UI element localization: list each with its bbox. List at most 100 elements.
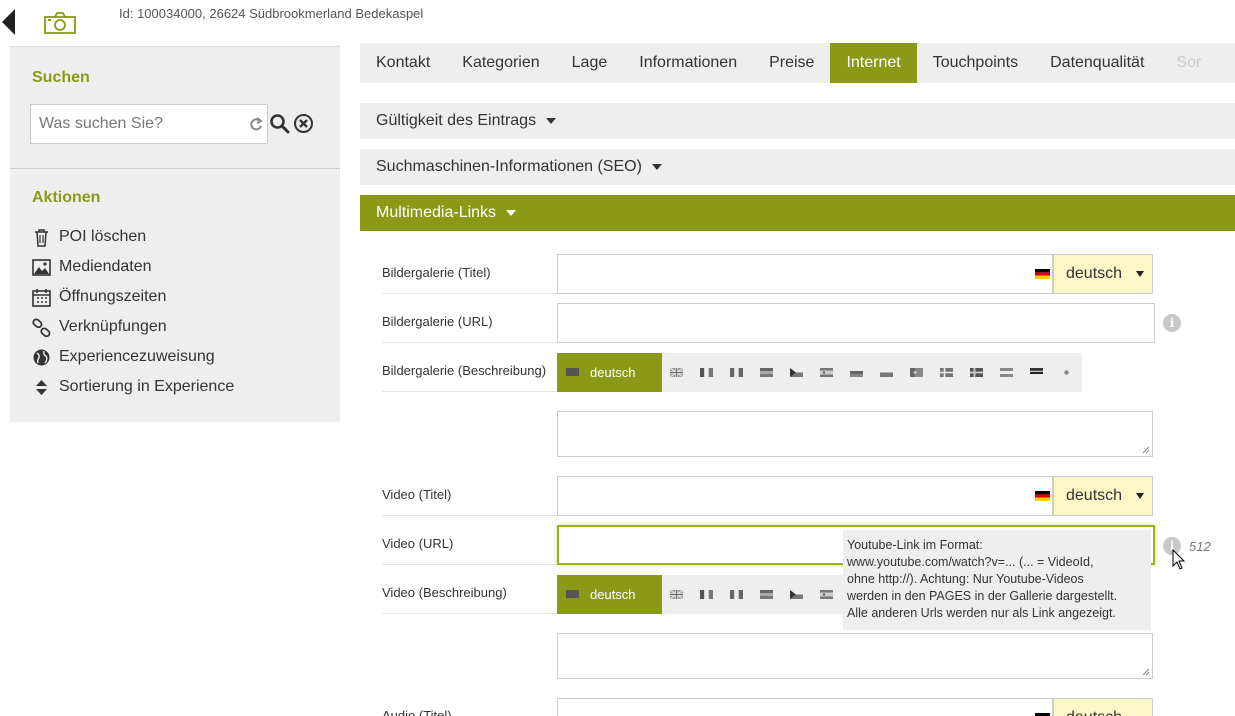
polish-flag-icon[interactable] xyxy=(880,368,893,377)
audio-title-language-select[interactable]: deutsch xyxy=(1053,698,1153,716)
refresh-icon[interactable] xyxy=(249,116,263,132)
char-count: 512 xyxy=(1189,539,1211,554)
tab-internet[interactable]: Internet xyxy=(830,43,917,83)
french-flag-icon[interactable] xyxy=(700,368,713,377)
tab-sortierung[interactable]: Sor xyxy=(1160,43,1217,83)
norwegian-flag-icon[interactable] xyxy=(1000,368,1013,377)
row-divider xyxy=(382,342,557,343)
dutch-flag-icon[interactable] xyxy=(760,368,773,377)
globe-icon xyxy=(33,349,50,365)
back-arrow-icon[interactable] xyxy=(2,9,15,35)
gallery-desc-textarea[interactable] xyxy=(557,411,1153,457)
language-tab-label: deutsch xyxy=(590,365,636,380)
gallery-desc-label: Bildergalerie (Beschreibung) xyxy=(382,363,547,378)
video-desc-language-bar: deutsch xyxy=(557,575,843,614)
mouse-cursor-icon xyxy=(1172,549,1186,570)
dutch-flag-icon[interactable] xyxy=(760,590,773,599)
tab-preise[interactable]: Preise xyxy=(753,43,830,83)
japanese-flag-icon[interactable] xyxy=(1060,368,1073,377)
tab-bar: Kontakt Kategorien Lage Informationen Pr… xyxy=(360,43,1235,83)
action-experience-assignment[interactable]: Experiencezuweisung xyxy=(32,346,215,368)
sort-icon xyxy=(36,379,47,395)
calendar-icon xyxy=(32,288,51,307)
poi-id: Id: 100034000, 26624 Südbrookmerland Bed… xyxy=(119,6,424,21)
gallery-title-language-select[interactable]: deutsch xyxy=(1053,254,1153,294)
row-divider xyxy=(382,391,557,392)
trash-icon xyxy=(35,228,48,247)
tab-datenqualitaet[interactable]: Datenqualität xyxy=(1034,43,1160,83)
action-label: Sortierung in Experience xyxy=(59,378,235,395)
search-input[interactable] xyxy=(31,105,236,143)
german-flag-icon xyxy=(566,590,579,598)
action-delete-poi[interactable]: POI löschen xyxy=(32,226,146,248)
estonian-flag-icon[interactable] xyxy=(1030,368,1043,377)
caret-down-icon xyxy=(651,163,662,170)
search-heading: Suchen xyxy=(32,69,90,86)
action-media[interactable]: Mediendaten xyxy=(32,256,152,278)
video-title-input[interactable] xyxy=(557,476,1053,516)
dropdown-arrow-icon xyxy=(1136,493,1144,499)
german-flag-icon xyxy=(566,368,579,376)
tab-lage[interactable]: Lage xyxy=(556,43,624,83)
row-divider xyxy=(382,613,557,614)
search-icon[interactable] xyxy=(269,113,290,134)
gallery-url-input[interactable] xyxy=(557,303,1155,343)
portuguese-flag-icon[interactable] xyxy=(910,368,923,377)
french-flag-icon[interactable] xyxy=(700,590,713,599)
tooltip-line: Alle anderen Urls werden nur als Link an… xyxy=(847,606,1116,620)
dropdown-arrow-icon xyxy=(1136,271,1144,277)
czech-flag-icon[interactable] xyxy=(790,368,803,377)
danish-flag-icon[interactable] xyxy=(940,368,953,377)
resize-grip-icon[interactable] xyxy=(1141,445,1150,454)
info-icon[interactable]: i xyxy=(1163,314,1181,332)
swedish-flag-icon[interactable] xyxy=(970,368,983,377)
german-flag-icon xyxy=(1035,269,1050,279)
german-flag-icon xyxy=(1035,491,1050,501)
accordion-label: Multimedia-Links xyxy=(376,204,497,221)
uk-flag-icon[interactable] xyxy=(670,590,683,599)
language-tab-deutsch[interactable]: deutsch xyxy=(557,353,662,392)
tooltip-line: werden in den PAGES in der Gallerie darg… xyxy=(847,589,1118,603)
link-icon xyxy=(32,318,51,337)
language-tab-deutsch[interactable]: deutsch xyxy=(557,575,662,614)
video-title-language-select[interactable]: deutsch xyxy=(1053,476,1153,516)
action-opening-hours[interactable]: Öffnungszeiten xyxy=(32,286,166,308)
accordion-label: Gültigkeit des Eintrags xyxy=(376,112,537,129)
gallery-desc-language-bar: deutsch xyxy=(557,353,1082,392)
accordion-seo[interactable]: Suchmaschinen-Informationen (SEO) xyxy=(360,149,1235,185)
tab-touchpoints[interactable]: Touchpoints xyxy=(917,43,1034,83)
accordion-validity[interactable]: Gültigkeit des Eintrags xyxy=(360,103,1235,139)
gallery-title-label: Bildergalerie (Titel) xyxy=(382,265,491,280)
audio-title-input[interactable] xyxy=(557,698,1053,716)
video-url-label: Video (URL) xyxy=(382,536,454,551)
tooltip-line: www.youtube.com/watch?v=... (... = Video… xyxy=(847,555,1094,569)
camera-icon xyxy=(44,12,76,34)
tab-kategorien[interactable]: Kategorien xyxy=(446,43,555,83)
video-title-label: Video (Titel) xyxy=(382,487,452,502)
audio-title-label: Audio (Titel) xyxy=(382,708,452,716)
action-links[interactable]: Verknüpfungen xyxy=(32,316,167,338)
action-experience-sorting[interactable]: Sortierung in Experience xyxy=(32,376,234,398)
italian-flag-icon[interactable] xyxy=(730,590,743,599)
spanish-flag-icon[interactable] xyxy=(820,590,833,599)
language-value: deutsch xyxy=(1066,265,1123,282)
gallery-title-input[interactable] xyxy=(557,254,1053,294)
row-divider xyxy=(382,293,557,294)
caret-down-icon xyxy=(506,209,517,216)
image-icon xyxy=(32,258,51,276)
spanish-flag-icon[interactable] xyxy=(820,368,833,377)
row-divider xyxy=(382,515,557,516)
italian-flag-icon[interactable] xyxy=(730,368,743,377)
russian-flag-icon[interactable] xyxy=(850,368,863,377)
tab-informationen[interactable]: Informationen xyxy=(623,43,753,83)
uk-flag-icon[interactable] xyxy=(670,368,683,377)
resize-grip-icon[interactable] xyxy=(1141,667,1150,676)
accordion-multimedia[interactable]: Multimedia-Links xyxy=(360,195,1235,231)
accordion-label: Suchmaschinen-Informationen (SEO) xyxy=(376,158,642,175)
czech-flag-icon[interactable] xyxy=(790,590,803,599)
clear-search-icon[interactable] xyxy=(293,113,314,134)
tab-kontakt[interactable]: Kontakt xyxy=(360,43,446,83)
gallery-url-label: Bildergalerie (URL) xyxy=(382,314,493,329)
action-label: Öffnungszeiten xyxy=(59,288,167,305)
video-desc-textarea[interactable] xyxy=(557,633,1153,679)
